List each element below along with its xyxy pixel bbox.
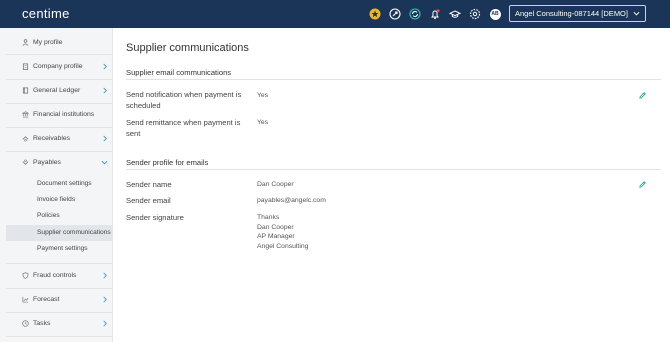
sidebar-item-payables[interactable]: Payables — [6, 159, 113, 169]
sidebar-item-company-profile[interactable]: Company profile — [6, 63, 113, 73]
section-divider — [126, 79, 661, 80]
chevron-right-icon — [103, 87, 107, 94]
sidebar-item-financial-institutions[interactable]: Financial institutions — [6, 111, 113, 121]
sidebar-item-label: Financial institutions — [33, 111, 95, 118]
sidebar-divider — [6, 79, 113, 80]
gear-icon[interactable] — [468, 7, 482, 21]
sender-signature-label: Sender signature — [126, 213, 184, 222]
sidebar-subitem-policies[interactable]: Policies — [6, 208, 113, 224]
chevron-right-icon — [103, 296, 107, 303]
sidebar-item-forecast[interactable]: Forecast — [6, 296, 113, 306]
sidebar-divider — [6, 263, 113, 264]
sender-name-label: Sender name — [126, 180, 172, 189]
shield-icon — [22, 272, 29, 279]
sender-email-label: Sender email — [126, 196, 171, 205]
sidebar-item-label: Company profile — [33, 63, 83, 70]
main-content: Supplier communications Supplier email c… — [113, 28, 670, 342]
edit-email-settings-icon[interactable] — [638, 91, 647, 100]
bank-icon — [22, 111, 29, 118]
chevron-right-icon — [103, 135, 107, 142]
signature-line: AP Manager — [257, 233, 295, 240]
company-selector-label: Angel Consulting-087144 [DEMO] — [515, 9, 628, 18]
graduation-cap-icon[interactable] — [448, 7, 462, 21]
sender-signature-value: Thanks Dan Cooper AP Manager Angel Consu… — [257, 213, 308, 251]
star-badge-icon[interactable] — [368, 7, 382, 21]
signature-line: Dan Cooper — [257, 223, 294, 231]
chevron-right-icon — [103, 63, 107, 70]
user-avatar[interactable]: AB — [488, 7, 502, 21]
sidebar-item-label: General Ledger — [33, 87, 81, 94]
chevron-down-icon — [633, 11, 640, 16]
receivables-icon — [22, 136, 29, 142]
chevron-right-icon — [103, 272, 107, 279]
sidebar-divider — [6, 336, 113, 337]
sidebar-divider — [6, 151, 113, 152]
header-icon-group: AB — [368, 7, 508, 21]
settings-sidebar: My profile Company profile General Ledge… — [0, 28, 113, 342]
company-selector[interactable]: Angel Consulting-087144 [DEMO] — [509, 5, 646, 22]
sync-icon[interactable] — [408, 7, 422, 21]
sidebar-divider — [6, 127, 113, 128]
notification-scheduled-label: Send notification when payment is schedu… — [126, 90, 242, 110]
section-divider — [126, 169, 661, 170]
sidebar-subitem-supplier-communications[interactable]: Supplier communications — [6, 225, 113, 241]
signature-line: Thanks — [257, 214, 280, 221]
sidebar-divider — [6, 288, 113, 289]
sidebar-divider — [6, 312, 113, 313]
centime-logo[interactable]: centime — [22, 6, 70, 21]
bell-icon[interactable] — [428, 7, 442, 21]
sender-email-value: payables@angelc.com — [257, 197, 326, 204]
chevron-down-icon — [101, 160, 108, 165]
sidebar-item-my-profile[interactable]: My profile — [6, 39, 113, 49]
sidebar-divider — [6, 103, 113, 104]
sidebar-item-general-ledger[interactable]: General Ledger — [6, 87, 113, 97]
sidebar-item-label: Payables — [33, 159, 61, 166]
section-title-sender-profile: Sender profile for emails — [126, 158, 209, 167]
payables-icon — [22, 159, 29, 165]
sidebar-item-fraud-controls[interactable]: Fraud controls — [6, 272, 113, 282]
sidebar-subitem-payment-settings[interactable]: Payment settings — [6, 241, 113, 257]
page-title: Supplier communications — [126, 42, 249, 54]
sidebar-subitem-document-settings[interactable]: Document settings — [6, 176, 113, 192]
section-title-email: Supplier email communications — [126, 68, 232, 77]
sender-name-value: Dan Cooper — [257, 181, 294, 188]
sidebar-item-label: Forecast — [33, 296, 60, 303]
top-navigation-bar: centime AB Angel Consulting-087144 [DEMO… — [0, 0, 670, 28]
sidebar-item-label: Receivables — [33, 135, 71, 142]
sidebar-subitem-invoice-fields[interactable]: Invoice fields — [6, 192, 113, 208]
sidebar-item-label: Tasks — [33, 320, 51, 327]
sidebar-item-label: Fraud controls — [33, 272, 77, 279]
notification-scheduled-value: Yes — [257, 92, 269, 99]
signature-line: Angel Consulting — [257, 242, 309, 250]
remittance-sent-value: Yes — [257, 119, 269, 126]
chart-icon — [22, 296, 29, 303]
sidebar-divider — [6, 54, 113, 55]
rocket-icon[interactable] — [388, 7, 402, 21]
chevron-right-icon — [103, 320, 107, 327]
building-icon — [22, 63, 29, 70]
remittance-sent-label: Send remittance when payment is sent — [126, 118, 241, 138]
book-icon — [22, 87, 29, 94]
clock-icon — [22, 320, 29, 327]
sidebar-item-tasks[interactable]: Tasks — [6, 320, 113, 330]
sidebar-item-receivables[interactable]: Receivables — [6, 135, 113, 145]
edit-sender-profile-icon[interactable] — [638, 180, 647, 189]
person-icon — [22, 39, 29, 46]
sidebar-item-label: My profile — [33, 39, 63, 46]
